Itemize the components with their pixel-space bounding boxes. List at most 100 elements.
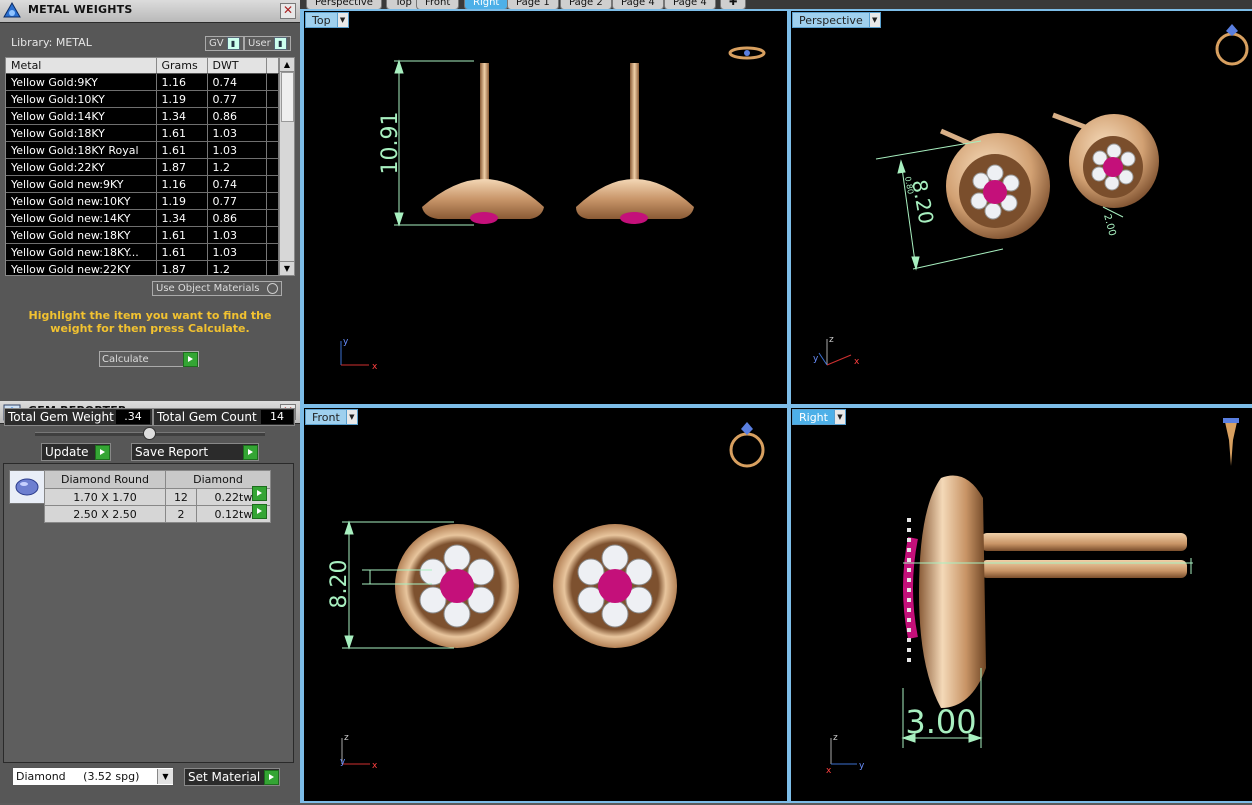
metal-cell-grams: 1.61 bbox=[156, 226, 208, 244]
earrings-thumbnail-icon bbox=[728, 46, 766, 60]
viewport-perspective-menu-icon[interactable]: ▼ bbox=[868, 13, 880, 27]
col-metal[interactable]: Metal bbox=[6, 58, 157, 74]
set-material-button[interactable]: Set Material bbox=[184, 768, 280, 786]
calculate-label: Calculate bbox=[102, 353, 149, 365]
gem-row[interactable]: 2.50 X 2.50 2 0.12tw bbox=[44, 505, 272, 523]
viewport-perspective-title: Perspective bbox=[799, 13, 863, 27]
viewport-top-label[interactable]: Top ▼ bbox=[305, 12, 349, 28]
svg-text:y: y bbox=[343, 337, 349, 347]
metal-table-body: Yellow Gold:9KY 1.16 0.74 Yellow Gold:10KY 1… bbox=[6, 73, 279, 275]
axis-indicator-perspective: zy x bbox=[813, 335, 860, 367]
metal-cell-metal: Yellow Gold:9KY bbox=[6, 73, 157, 91]
metal-row[interactable]: Yellow Gold:22KY 1.87 1.2 bbox=[6, 158, 279, 176]
viewport-front[interactable]: 8.20 z y x Front ▼ bbox=[304, 408, 787, 801]
gem-cell-count: 12 bbox=[165, 488, 197, 506]
tab-page-4[interactable]: Page 4 bbox=[664, 0, 716, 9]
viewport-right-menu-icon[interactable]: ▼ bbox=[833, 410, 845, 424]
metal-cell-metal: Yellow Gold:14KY bbox=[6, 107, 157, 125]
axis-indicator-front: z y x bbox=[340, 733, 378, 771]
earring-side-right bbox=[576, 63, 694, 224]
metal-table: Metal Grams DWT Yellow Gold:9KY 1.16 0.74 Y… bbox=[5, 57, 295, 276]
viewport-front-menu-icon[interactable]: ▼ bbox=[345, 410, 357, 424]
scroll-thumb[interactable] bbox=[281, 72, 294, 122]
gem-row[interactable]: 1.70 X 1.70 12 0.22tw bbox=[44, 488, 272, 506]
earring-perspective-left bbox=[946, 133, 1050, 239]
metal-row[interactable]: Yellow Gold new:10KY 1.19 0.77 bbox=[6, 192, 279, 210]
metal-cell-pad bbox=[266, 243, 279, 261]
metal-cell-pad bbox=[266, 73, 279, 91]
metal-cell-dwt: 0.74 bbox=[207, 73, 267, 91]
metal-weights-header: METAL WEIGHTS ✕ bbox=[0, 0, 300, 23]
user-toggle-icon: ▮ bbox=[273, 37, 287, 50]
update-button[interactable]: Update bbox=[41, 443, 111, 461]
metal-cell-grams: 1.87 bbox=[156, 158, 208, 176]
tab-page-4[interactable]: Page 4 bbox=[612, 0, 664, 9]
metal-weights-close-icon[interactable]: ✕ bbox=[280, 3, 296, 19]
total-gem-count-value: 14 bbox=[261, 410, 293, 424]
metal-cell-grams: 1.16 bbox=[156, 73, 208, 91]
round-diamond-icon bbox=[9, 470, 45, 504]
metal-row[interactable]: Yellow Gold:10KY 1.19 0.77 bbox=[6, 90, 279, 108]
metal-row[interactable]: Yellow Gold:9KY 1.16 0.74 bbox=[6, 73, 279, 91]
use-object-materials-toggle[interactable]: Use Object Materials bbox=[152, 281, 282, 296]
set-material-go-icon bbox=[264, 769, 279, 785]
viewport-top[interactable]: 10.91 yx Top ▼ bbox=[304, 11, 787, 404]
metal-table-scrollbar[interactable]: ▲ ▼ bbox=[279, 58, 294, 275]
pendant-thumbnail-icon bbox=[1223, 418, 1239, 466]
dimension-small-perspective: 2.00 bbox=[1101, 213, 1117, 237]
tab-perspective[interactable]: Perspective bbox=[306, 0, 382, 9]
gv-toggle[interactable]: GV ▮ bbox=[205, 36, 244, 51]
gem-row-go-icon[interactable] bbox=[252, 504, 267, 519]
svg-text:x: x bbox=[372, 761, 378, 771]
metal-row[interactable]: Yellow Gold new:18KY 1.61 1.03 bbox=[6, 226, 279, 244]
metal-cell-pad bbox=[266, 175, 279, 193]
metal-row[interactable]: Yellow Gold new:14KY 1.34 0.86 bbox=[6, 209, 279, 227]
metal-row[interactable]: Yellow Gold:18KY Royal 1.61 1.03 bbox=[6, 141, 279, 159]
metal-cell-dwt: 1.03 bbox=[207, 226, 267, 244]
col-grams[interactable]: Grams bbox=[156, 58, 208, 74]
viewport-front-label[interactable]: Front ▼ bbox=[305, 409, 358, 425]
col-dwt[interactable]: DWT bbox=[207, 58, 267, 74]
metal-cell-metal: Yellow Gold new:10KY bbox=[6, 192, 157, 210]
save-report-button[interactable]: Save Report bbox=[131, 443, 259, 461]
metal-row[interactable]: Yellow Gold new:22KY 1.87 1.2 bbox=[6, 260, 279, 275]
viewport-top-menu-icon[interactable]: ▼ bbox=[336, 13, 348, 27]
metal-row[interactable]: Yellow Gold:14KY 1.34 0.86 bbox=[6, 107, 279, 125]
metal-cell-dwt: 0.86 bbox=[207, 209, 267, 227]
add-tab-icon[interactable]: ✚ bbox=[720, 0, 747, 9]
metal-row[interactable]: Yellow Gold:18KY 1.61 1.03 bbox=[6, 124, 279, 142]
gv-label: GV bbox=[209, 38, 224, 49]
metal-cell-grams: 1.16 bbox=[156, 175, 208, 193]
viewport-right-label[interactable]: Right ▼ bbox=[792, 409, 846, 425]
scroll-down-icon[interactable]: ▼ bbox=[280, 261, 294, 275]
svg-text:x: x bbox=[826, 766, 832, 776]
viewport-perspective[interactable]: 8.20 0.80 2.00 zyx Perspective ▼ bbox=[791, 11, 1252, 404]
earring-perspective-right bbox=[1069, 114, 1159, 208]
set-material-label: Set Material bbox=[188, 770, 261, 784]
viewport-perspective-label[interactable]: Perspective ▼ bbox=[792, 12, 881, 28]
gem-row-go-icon[interactable] bbox=[252, 486, 267, 501]
chevron-down-icon[interactable]: ▼ bbox=[157, 769, 173, 784]
top-view-render: 10.91 yx bbox=[340, 46, 766, 372]
metal-cell-dwt: 0.74 bbox=[207, 175, 267, 193]
material-select-value: Diamond (3.52 spg) bbox=[16, 770, 140, 783]
tab-page-2[interactable]: Page 2 bbox=[560, 0, 612, 9]
gem-slider-handle[interactable] bbox=[143, 427, 156, 440]
user-toggle[interactable]: User ▮ bbox=[244, 36, 291, 51]
viewport-front-title: Front bbox=[312, 410, 340, 424]
axis-indicator-top: yx bbox=[340, 337, 378, 372]
metal-row[interactable]: Yellow Gold new:18KY... 1.61 1.03 bbox=[6, 243, 279, 261]
viewport-right[interactable]: 3.00 z x y Right ▼ bbox=[791, 408, 1252, 801]
dimension-label-right: 3.00 bbox=[905, 703, 976, 741]
tab-right[interactable]: Right bbox=[464, 0, 509, 9]
scroll-up-icon[interactable]: ▲ bbox=[280, 58, 294, 72]
user-label: User bbox=[248, 38, 271, 49]
material-select[interactable]: Diamond (3.52 spg) ▼ bbox=[12, 767, 174, 786]
gem-table: Diamond Round Diamond 1.70 X 1.70 12 0.22t… bbox=[44, 470, 272, 523]
tab-front[interactable]: Front bbox=[416, 0, 460, 9]
metal-row[interactable]: Yellow Gold new:9KY 1.16 0.74 bbox=[6, 175, 279, 193]
calculate-button[interactable]: Calculate bbox=[99, 351, 199, 367]
metal-cell-grams: 1.87 bbox=[156, 260, 208, 275]
col-extra bbox=[266, 58, 279, 74]
tab-page-1[interactable]: Page 1 bbox=[507, 0, 559, 9]
